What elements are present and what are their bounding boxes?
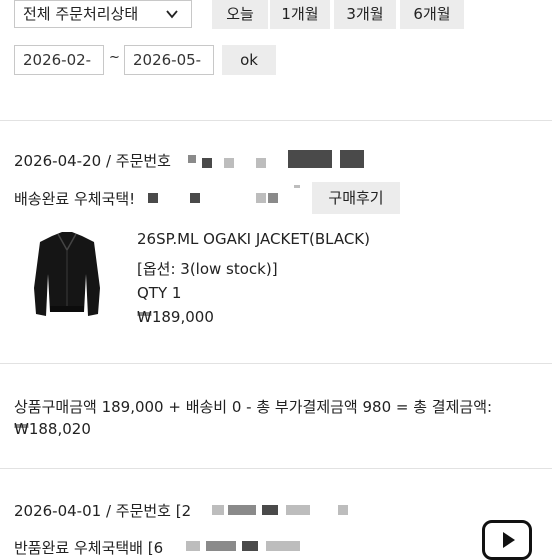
period-3month-button[interactable]: 3개월 — [334, 0, 396, 29]
date-from-input[interactable]: 2026-02- — [14, 45, 104, 75]
redaction-mark — [206, 541, 236, 551]
redaction-mark — [286, 505, 310, 515]
redaction-mark — [148, 193, 158, 203]
product-quantity: QTY 1 — [137, 284, 182, 302]
redaction-mark — [268, 193, 278, 203]
order-status-select[interactable]: 전체 주문처리상태 — [14, 0, 192, 28]
period-today-button[interactable]: 오늘 — [212, 0, 268, 29]
redaction-mark — [262, 505, 278, 515]
play-button[interactable] — [482, 520, 532, 560]
redaction-mark — [256, 158, 266, 168]
order-date-number: 2026-04-20 / 주문번호 — [14, 152, 171, 170]
redaction-mark — [190, 193, 200, 203]
redaction-mark — [338, 505, 348, 515]
redaction-mark — [202, 158, 212, 168]
chevron-down-icon — [166, 10, 178, 19]
redaction-mark — [224, 158, 234, 168]
order-status-text: 배송완료 우체국택! — [14, 190, 136, 208]
write-review-button[interactable]: 구매후기 — [312, 182, 400, 214]
product-option: [옵션: 3(low stock)] — [137, 260, 278, 278]
divider — [0, 468, 552, 469]
ok-button[interactable]: ok — [222, 45, 276, 75]
product-price: ₩189,000 — [137, 308, 214, 326]
redaction-mark — [212, 505, 224, 515]
payment-total: ₩188,020 — [14, 420, 91, 438]
period-1month-button[interactable]: 1개월 — [270, 0, 330, 29]
redaction-mark — [242, 541, 258, 551]
order-status-text: 반품완료 우체국택배 [6 — [14, 539, 164, 557]
redaction-mark — [266, 541, 300, 551]
order-date-number: 2026-04-01 / 주문번호 [2 — [14, 502, 192, 520]
redaction-mark — [228, 505, 256, 515]
product-name[interactable]: 26SP.ML OGAKI JACKET(BLACK) — [137, 230, 370, 248]
divider — [0, 120, 552, 121]
date-to-input[interactable]: 2026-05- — [124, 45, 214, 75]
order-status-label: 전체 주문처리상태 — [23, 5, 139, 23]
redaction-mark — [340, 150, 364, 168]
product-image[interactable] — [28, 228, 106, 320]
date-range-separator: ~ — [109, 50, 120, 65]
redaction-mark — [188, 155, 196, 163]
period-6month-button[interactable]: 6개월 — [400, 0, 464, 29]
redaction-mark — [186, 541, 200, 551]
redaction-mark — [256, 193, 266, 203]
redaction-mark — [294, 185, 300, 188]
divider — [0, 363, 552, 364]
payment-summary: 상품구매금액 189,000 + 배송비 0 - 총 부가결제금액 980 = … — [14, 398, 493, 416]
redaction-mark — [288, 150, 332, 168]
